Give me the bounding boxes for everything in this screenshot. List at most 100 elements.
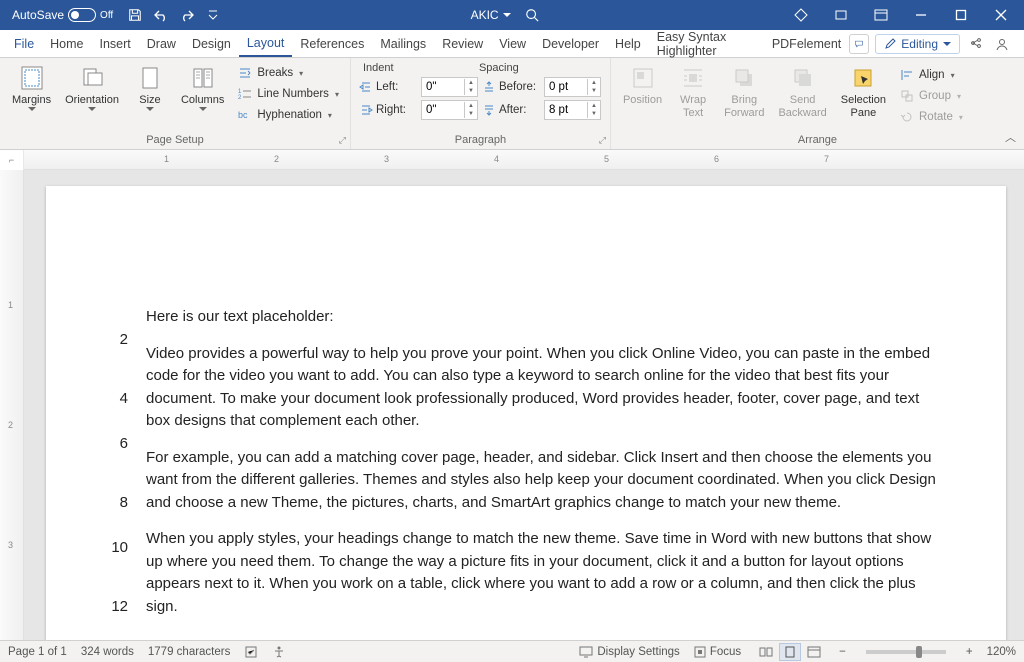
rotate-button[interactable]: Rotate▾ (896, 108, 966, 126)
account-icon[interactable] (992, 34, 1012, 54)
tab-draw[interactable]: Draw (139, 30, 184, 57)
word-count[interactable]: 324 words (81, 646, 134, 658)
document-body[interactable]: Here is our text placeholder: Video prov… (146, 306, 946, 640)
rotate-icon (899, 109, 915, 125)
tab-file[interactable]: File (6, 30, 42, 57)
spin-up-icon[interactable]: ▲ (588, 79, 600, 87)
tab-review[interactable]: Review (434, 30, 491, 57)
save-icon[interactable] (127, 7, 143, 23)
chevron-down-icon (199, 107, 207, 112)
vertical-ruler[interactable]: 1 2 3 (0, 170, 24, 640)
spacing-before-input[interactable]: ▲▼ (544, 77, 601, 97)
zoom-in-icon[interactable]: + (966, 646, 973, 658)
svg-text:2: 2 (238, 95, 242, 101)
breaks-button[interactable]: Breaks▾ (234, 64, 342, 82)
hyphenation-icon: bc (237, 107, 253, 123)
redo-icon[interactable] (179, 7, 195, 23)
customize-qat-icon[interactable] (205, 7, 221, 23)
maximize-icon[interactable] (948, 5, 974, 25)
group-icon (899, 88, 915, 104)
editing-mode-button[interactable]: Editing (875, 34, 960, 54)
indent-header: Indent (359, 62, 479, 74)
paragraph[interactable]: Here is our text placeholder: (146, 306, 946, 329)
spacing-after-input[interactable]: ▲▼ (544, 100, 601, 120)
chevron-down-icon (88, 107, 96, 112)
tab-pdfelement[interactable]: PDFelement (764, 30, 849, 57)
spacing-header: Spacing (479, 62, 519, 74)
indent-left-input[interactable]: ▲▼ (421, 77, 478, 97)
zoom-level[interactable]: 120% (987, 646, 1016, 658)
share-icon[interactable] (966, 34, 986, 54)
ribbon-display-icon[interactable] (868, 5, 894, 25)
dialog-launcher-icon[interactable]: ⤢ (339, 135, 346, 146)
send-backward-button: Send Backward (774, 62, 830, 121)
spin-down-icon[interactable]: ▼ (588, 87, 600, 95)
zoom-slider[interactable] (866, 650, 946, 654)
display-settings[interactable]: Display Settings (579, 646, 679, 658)
view-buttons (755, 643, 825, 661)
paragraph[interactable]: Video provides a powerful way to help yo… (146, 343, 946, 433)
tab-design[interactable]: Design (184, 30, 239, 57)
diamond-icon[interactable] (788, 5, 814, 25)
search-icon[interactable] (525, 8, 539, 22)
position-icon (629, 64, 657, 92)
accessibility-icon[interactable] (272, 645, 286, 659)
page[interactable]: 2 4 6 8 10 12 14 (46, 186, 1006, 640)
margins-icon (18, 64, 46, 92)
hyphenation-button[interactable]: bcHyphenation▾ (234, 106, 342, 124)
tab-insert[interactable]: Insert (92, 30, 139, 57)
tab-home[interactable]: Home (42, 30, 91, 57)
tab-view[interactable]: View (491, 30, 534, 57)
read-mode-icon[interactable] (755, 643, 777, 661)
size-button[interactable]: Size (129, 62, 171, 114)
paragraph[interactable]: When you apply styles, your headings cha… (146, 528, 946, 618)
page-count[interactable]: Page 1 of 1 (8, 646, 67, 658)
size-icon (136, 64, 164, 92)
spin-up-icon[interactable]: ▲ (588, 102, 600, 110)
ruler-track[interactable]: 1 2 3 4 5 6 7 (24, 150, 1024, 170)
group-paragraph: Indent Spacing Left:▲▼ Before:▲▼ Right:▲… (351, 58, 611, 149)
spell-check-icon[interactable] (244, 645, 258, 659)
wrap-text-button: Wrap Text (672, 62, 714, 121)
tab-help[interactable]: Help (607, 30, 649, 57)
print-layout-icon[interactable] (779, 643, 801, 661)
columns-button[interactable]: Columns (177, 62, 228, 114)
undo-icon[interactable] (153, 7, 169, 23)
tab-developer[interactable]: Developer (534, 30, 607, 57)
web-layout-icon[interactable] (803, 643, 825, 661)
document-scroll[interactable]: 2 4 6 8 10 12 14 (24, 170, 1024, 640)
orientation-icon (78, 64, 106, 92)
margins-button[interactable]: Margins (8, 62, 55, 114)
collapse-ribbon-icon[interactable]: ︿ (1005, 129, 1016, 145)
minimize-icon[interactable] (908, 5, 934, 25)
toggle-switch[interactable] (68, 8, 96, 22)
spin-down-icon[interactable]: ▼ (465, 110, 477, 118)
group-arrange: Position Wrap Text Bring Forward Send Ba… (611, 58, 1024, 149)
dialog-launcher-icon[interactable]: ⤢ (599, 135, 606, 146)
orientation-button[interactable]: Orientation (61, 62, 123, 114)
horizontal-ruler[interactable]: ⌐ 1 2 3 4 5 6 7 (0, 150, 1024, 170)
char-count[interactable]: 1779 characters (148, 646, 230, 658)
focus-mode[interactable]: Focus (694, 646, 741, 658)
paragraph[interactable]: For example, you can add a matching cove… (146, 447, 946, 515)
spin-up-icon[interactable]: ▲ (465, 102, 477, 110)
tab-layout[interactable]: Layout (239, 30, 293, 57)
position-button: Position (619, 62, 666, 109)
zoom-out-icon[interactable]: − (839, 646, 846, 658)
tab-easy-syntax[interactable]: Easy Syntax Highlighter (649, 30, 764, 57)
tab-mailings[interactable]: Mailings (372, 30, 434, 57)
spin-down-icon[interactable]: ▼ (465, 87, 477, 95)
comments-icon[interactable] (849, 34, 869, 54)
notification-icon[interactable] (828, 5, 854, 25)
spin-down-icon[interactable]: ▼ (588, 110, 600, 118)
line-numbers-button[interactable]: 12Line Numbers▾ (234, 85, 342, 103)
document-name[interactable]: AKIC (471, 8, 511, 22)
indent-right-input[interactable]: ▲▼ (421, 100, 478, 120)
selection-pane-button[interactable]: Selection Pane (837, 62, 890, 121)
group-button[interactable]: Group▾ (896, 87, 966, 105)
tab-references[interactable]: References (292, 30, 372, 57)
spin-up-icon[interactable]: ▲ (465, 79, 477, 87)
close-icon[interactable] (988, 5, 1014, 25)
autosave-toggle[interactable]: AutoSave Off (6, 8, 119, 22)
align-button[interactable]: Align▾ (896, 66, 966, 84)
